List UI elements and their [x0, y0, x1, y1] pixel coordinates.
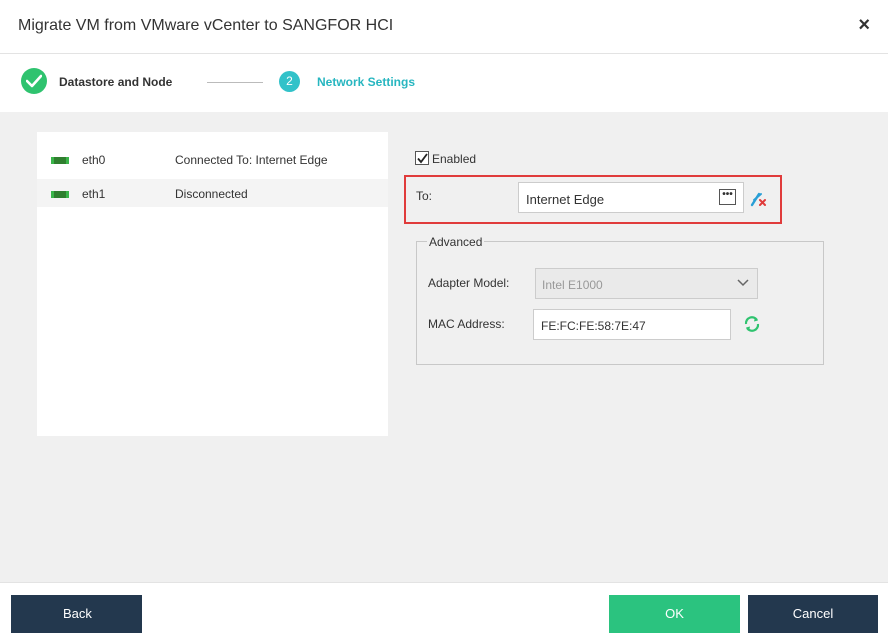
nic-status: Connected To: Internet Edge	[175, 153, 328, 167]
main-content: eth0 Connected To: Internet Edge eth1 Di…	[0, 112, 888, 582]
advanced-fieldset: Advanced Adapter Model: Intel E1000 MAC …	[416, 235, 824, 365]
wizard-steps: Datastore and Node 2 Network Settings	[0, 54, 888, 110]
to-network-highlight: To: Internet Edge •••	[404, 175, 782, 224]
nic-list: eth0 Connected To: Internet Edge eth1 Di…	[37, 132, 388, 436]
network-adapter-icon	[51, 191, 69, 198]
nic-name: eth1	[82, 187, 106, 201]
mac-address-value: FE:FC:FE:58:7E:47	[541, 319, 646, 333]
browse-network-button[interactable]: •••	[719, 189, 736, 205]
adapter-model-label: Adapter Model:	[428, 276, 510, 290]
close-icon[interactable]: ×	[858, 14, 870, 36]
to-network-value: Internet Edge	[526, 192, 605, 207]
to-network-field[interactable]: Internet Edge •••	[518, 182, 744, 213]
nic-row-eth0[interactable]: eth0 Connected To: Internet Edge	[37, 145, 388, 173]
enabled-label: Enabled	[432, 152, 477, 166]
adapter-model-select[interactable]: Intel E1000	[535, 268, 758, 299]
enabled-checkbox[interactable]	[415, 151, 429, 165]
disconnect-icon[interactable]	[750, 191, 768, 207]
nic-settings-panel: Enabled To: Internet Edge ••• Advanced A…	[388, 132, 854, 436]
step-network-settings: Network Settings	[317, 75, 416, 89]
refresh-icon[interactable]	[743, 315, 761, 333]
ok-button[interactable]: OK	[609, 595, 740, 633]
step-number-badge: 2	[279, 71, 300, 92]
mac-address-input[interactable]: FE:FC:FE:58:7E:47	[533, 309, 731, 340]
nic-row-eth1[interactable]: eth1 Disconnected	[37, 179, 388, 207]
nic-name: eth0	[82, 153, 106, 167]
mac-address-label: MAC Address:	[428, 317, 505, 331]
dialog-titlebar: Migrate VM from VMware vCenter to SANGFO…	[0, 0, 888, 54]
network-adapter-icon	[51, 157, 69, 164]
back-button-label: Back	[63, 606, 92, 621]
step-datastore-and-node: Datastore and Node	[59, 75, 173, 89]
nic-status: Disconnected	[175, 187, 248, 201]
to-label: To:	[416, 189, 433, 203]
step-complete-check-icon	[21, 68, 47, 94]
chevron-down-icon	[737, 279, 749, 287]
back-button[interactable]: Back	[11, 595, 142, 633]
dialog-footer: Back OK Cancel	[0, 582, 888, 642]
adapter-model-value: Intel E1000	[542, 278, 603, 292]
advanced-legend: Advanced	[427, 235, 485, 249]
step-connector-line	[207, 82, 263, 83]
migrate-vm-dialog: Migrate VM from VMware vCenter to SANGFO…	[0, 0, 888, 642]
dialog-title: Migrate VM from VMware vCenter to SANGFO…	[18, 17, 394, 34]
cancel-button[interactable]: Cancel	[748, 595, 878, 633]
